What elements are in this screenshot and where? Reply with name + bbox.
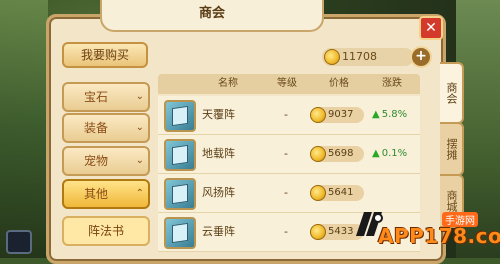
chevron-down-icon: ⌄ xyxy=(135,91,144,102)
tab-stall[interactable]: 摆摊 xyxy=(440,122,464,176)
category-other[interactable]: 其他 ⌃ xyxy=(62,179,150,209)
item-level: - xyxy=(284,147,288,160)
subcategory-formation-book[interactable]: 阵法书 xyxy=(62,216,150,246)
category-label: 其他 xyxy=(83,187,108,201)
category-label: 装备 xyxy=(83,121,108,135)
coin-icon xyxy=(310,185,326,201)
coin-icon xyxy=(310,146,326,162)
site-watermark: 手游网 APP178.com xyxy=(344,200,500,258)
item-level: - xyxy=(284,186,288,199)
formation-book-icon xyxy=(164,139,196,171)
item-name: 天覆阵 xyxy=(202,108,235,121)
watermark-text: APP178.com xyxy=(378,224,500,248)
item-level: - xyxy=(284,225,288,238)
arrow-up-icon: ▲ xyxy=(372,109,380,120)
column-change: 涨跌 xyxy=(382,78,402,89)
arrow-up-icon: ▲ xyxy=(372,148,380,159)
buy-button[interactable]: 我要购买 xyxy=(62,42,148,68)
coin-icon xyxy=(310,224,326,240)
category-gem[interactable]: 宝石 ⌄ xyxy=(62,82,150,112)
category-label: 宝石 xyxy=(83,90,108,104)
item-name: 云垂阵 xyxy=(202,225,235,238)
chevron-down-icon: ⌄ xyxy=(135,122,144,133)
chevron-down-icon: ⌄ xyxy=(135,155,144,166)
change-value: 5.8% xyxy=(381,109,408,120)
price-change: ▲ 0.1% xyxy=(372,135,407,173)
item-name: 风扬阵 xyxy=(202,186,235,199)
change-value: 0.1% xyxy=(381,148,408,159)
currency-amount: 11708 xyxy=(342,50,377,63)
formation-book-icon xyxy=(164,217,196,249)
panel-title: 商会 xyxy=(100,0,324,32)
chat-icon[interactable] xyxy=(6,230,32,254)
chevron-up-icon: ⌃ xyxy=(135,188,144,199)
column-level: 等级 xyxy=(277,78,297,89)
item-name: 地载阵 xyxy=(202,147,235,160)
formation-book-icon xyxy=(164,178,196,210)
coin-icon xyxy=(310,107,326,123)
item-price: 5641 xyxy=(310,185,364,201)
price-value: 5641 xyxy=(328,187,354,198)
price-change: ▲ 5.8% xyxy=(372,96,407,134)
category-equipment[interactable]: 装备 ⌄ xyxy=(62,113,150,143)
item-price: 9037 xyxy=(310,107,364,123)
item-level: - xyxy=(284,108,288,121)
scene-left xyxy=(0,0,48,258)
category-pet[interactable]: 宠物 ⌄ xyxy=(62,146,150,176)
price-value: 5698 xyxy=(328,148,354,159)
item-price: 5698 xyxy=(310,146,364,162)
table-row[interactable]: 地载阵 - 5698 ▲ 0.1% xyxy=(158,135,420,174)
add-currency-button[interactable]: + xyxy=(410,46,432,68)
tab-market[interactable]: 商会 xyxy=(440,62,464,124)
column-price: 价格 xyxy=(329,78,349,89)
coin-icon xyxy=(324,49,340,65)
close-button[interactable]: ✕ xyxy=(419,16,443,40)
table-row[interactable]: 天覆阵 - 9037 ▲ 5.8% xyxy=(158,96,420,135)
column-name: 名称 xyxy=(218,78,238,89)
currency-display: 11708 xyxy=(322,48,414,66)
category-label: 宠物 xyxy=(83,154,108,168)
price-value: 9037 xyxy=(328,109,354,120)
formation-book-icon xyxy=(164,100,196,132)
table-header: 名称 等级 价格 涨跌 xyxy=(158,74,420,94)
